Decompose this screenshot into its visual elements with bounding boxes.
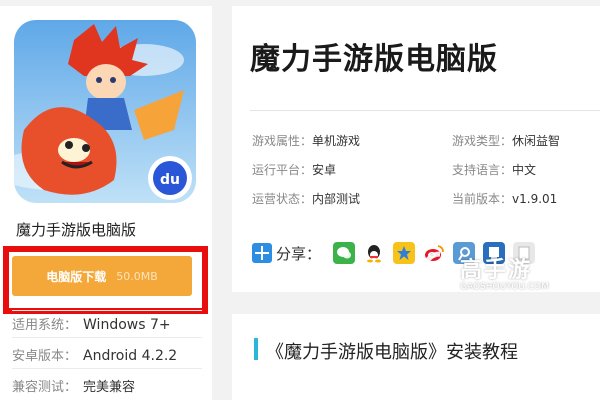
attr-label: 游戏类型： (452, 134, 513, 148)
attr-status: 运营状态：内部测试 (252, 190, 360, 207)
download-size: 50.0MB (116, 269, 158, 283)
divider (12, 368, 202, 369)
watermark-logo-icon (421, 251, 459, 289)
spec-label: 兼容测试： (12, 380, 78, 395)
spec-os: 适用系统： Windows 7+ (12, 314, 171, 333)
app-icon[interactable]: du (14, 20, 196, 203)
spec-label: 安卓版本： (12, 349, 78, 364)
attr-label: 运营状态： (252, 192, 313, 206)
attr-value: 休闲益智 (512, 134, 561, 148)
attr-label: 游戏属性： (252, 134, 313, 148)
watermark: 高手游 GAOSHOUYOU.COM (420, 248, 600, 298)
attr-value: 内部测试 (312, 192, 361, 206)
download-label: 电脑版下载 (46, 269, 107, 284)
attr-game-type: 游戏类型：休闲益智 (452, 132, 560, 149)
attr-value: 单机游戏 (312, 134, 361, 148)
spec-android: 安卓版本： Android 4.2.2 (12, 345, 177, 364)
app-info-card: du 魔力手游版电脑版 电脑版下载 50.0MB 适用系统： Windows 7+… (0, 6, 212, 400)
spec-value: Windows 7+ (83, 317, 171, 333)
attr-label: 支持语言： (452, 163, 513, 177)
spec-value: 完美兼容 (83, 380, 136, 395)
divider (12, 310, 202, 311)
attr-value: v1.9.01 (512, 192, 558, 206)
spec-value: Android 4.2.2 (83, 348, 178, 364)
watermark-url: GAOSHOUYOU.COM (460, 282, 549, 292)
page-title: 魔力手游版电脑版 (250, 42, 498, 77)
qzone-icon[interactable] (393, 242, 416, 264)
tutorial-card: 《魔力手游版电脑版》安装教程 (232, 314, 600, 400)
qq-icon[interactable] (363, 242, 386, 264)
download-button[interactable]: 电脑版下载 50.0MB (12, 256, 192, 296)
svg-text:du: du (160, 172, 180, 188)
attr-label: 运行平台： (252, 163, 313, 177)
attr-value: 安卓 (312, 163, 337, 177)
attr-platform: 运行平台：安卓 (252, 161, 336, 178)
attr-version: 当前版本：v1.9.01 (452, 190, 557, 207)
attr-game-attr: 游戏属性：单机游戏 (252, 132, 360, 149)
app-name: 魔力手游版电脑版 (16, 221, 137, 239)
section-accent-bar (254, 338, 258, 360)
watermark-text: 高手游 (460, 258, 533, 283)
share-plus-icon[interactable] (252, 243, 272, 263)
attr-label: 当前版本： (452, 192, 513, 206)
attr-value: 中文 (512, 163, 537, 177)
share-label: 分享： (276, 244, 322, 263)
attr-language: 支持语言：中文 (452, 161, 536, 178)
divider (250, 110, 600, 111)
divider (12, 337, 202, 338)
section-title[interactable]: 《魔力手游版电脑版》安装教程 (266, 338, 518, 364)
spec-label: 适用系统： (12, 318, 78, 333)
spec-compat: 兼容测试： 完美兼容 (12, 376, 135, 395)
wechat-icon[interactable] (333, 242, 356, 264)
